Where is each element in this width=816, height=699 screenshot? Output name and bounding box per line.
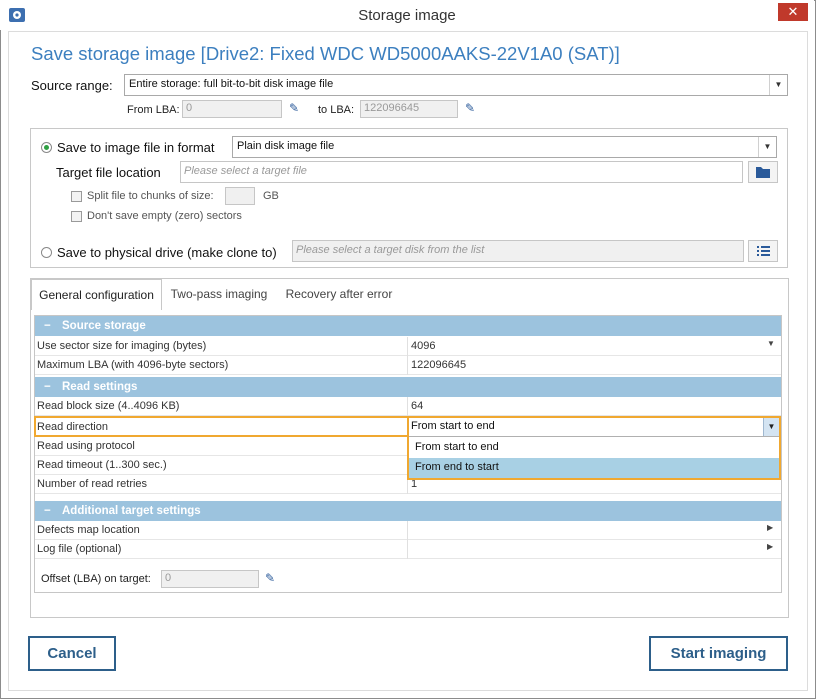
to-lba-field[interactable]: 122096645 — [360, 100, 458, 118]
row-defects-map[interactable]: Defects map location ▶ — [35, 521, 781, 540]
chevron-down-icon: ▼ — [767, 339, 775, 348]
to-lba-label: to LBA: — [318, 104, 355, 116]
image-file-radio-label: Save to image file in format — [57, 140, 215, 155]
collapse-icon: − — [44, 320, 51, 332]
section-title: Read settings — [62, 381, 138, 393]
list-icon — [757, 246, 770, 256]
option-start-to-end[interactable]: From start to end — [409, 438, 779, 458]
tab-two-pass-imaging[interactable]: Two-pass imaging — [163, 279, 275, 309]
target-file-label: Target file location — [56, 165, 161, 180]
disk-list-button[interactable] — [748, 240, 778, 262]
target-disk-input[interactable]: Please select a target disk from the lis… — [292, 240, 744, 262]
image-format-value: Plain disk image file — [237, 140, 335, 152]
chevron-down-icon: ▼ — [758, 137, 776, 157]
tab-recovery-after-error[interactable]: Recovery after error — [276, 279, 402, 309]
row-key: Defects map location — [37, 524, 140, 536]
from-lba-field[interactable]: 0 — [182, 100, 282, 118]
row-value: 122096645 — [411, 359, 467, 371]
read-direction-value: From start to end — [411, 420, 495, 432]
row-value: 4096 — [411, 340, 436, 352]
read-direction-dropdown: From start to end ▼ From start to end Fr… — [407, 416, 781, 480]
section-additional-target[interactable]: − Additional target settings — [35, 501, 781, 521]
offset-field[interactable]: 0 — [161, 570, 259, 588]
row-max-lba[interactable]: Maximum LBA (with 4096-byte sectors) 1220… — [35, 356, 781, 375]
collapse-icon: − — [44, 505, 51, 517]
from-lba-label: From LBA: — [127, 104, 180, 116]
tab-general-configuration[interactable]: General configuration — [31, 279, 162, 310]
row-key: Use sector size for imaging (bytes) — [37, 340, 207, 352]
source-range-value: Entire storage: full bit-to-bit disk ima… — [129, 78, 334, 90]
row-key: Read using protocol — [37, 440, 135, 452]
edit-from-lba-icon[interactable]: ✎ — [283, 100, 305, 118]
cancel-button[interactable]: Cancel — [28, 636, 116, 671]
row-key: Maximum LBA (with 4096-byte sectors) — [37, 359, 229, 371]
split-size-field[interactable] — [225, 187, 255, 205]
chevron-right-icon: ▶ — [767, 542, 774, 551]
selected-row-highlight — [34, 416, 409, 437]
edit-to-lba-icon[interactable]: ✎ — [459, 100, 481, 118]
split-file-label: Split file to chunks of size: — [87, 190, 214, 202]
skip-empty-checkbox[interactable] — [71, 211, 82, 222]
browse-folder-button[interactable] — [748, 161, 778, 183]
row-log-file[interactable]: Log file (optional) ▶ — [35, 540, 781, 559]
section-source-storage[interactable]: − Source storage — [35, 316, 781, 336]
physical-drive-label: Save to physical drive (make clone to) — [57, 245, 277, 260]
folder-icon — [756, 167, 770, 178]
section-title: Source storage — [62, 320, 146, 332]
row-block-size[interactable]: Read block size (4..4096 KB) 64 — [35, 397, 781, 416]
collapse-icon: − — [44, 381, 51, 393]
section-read-settings[interactable]: − Read settings — [35, 377, 781, 397]
row-sector-size[interactable]: Use sector size for imaging (bytes) 4096 ▼ — [35, 337, 781, 356]
option-end-to-start[interactable]: From end to start — [409, 458, 779, 478]
page-title: Save storage image [Drive2: Fixed WDC WD… — [31, 43, 620, 64]
row-key: Read block size (4..4096 KB) — [37, 400, 180, 412]
start-imaging-button[interactable]: Start imaging — [649, 636, 788, 671]
target-file-input[interactable]: Please select a target file — [180, 161, 743, 183]
read-direction-select[interactable]: From start to end ▼ — [409, 418, 779, 437]
row-value: 64 — [411, 400, 424, 412]
row-key: Number of read retries — [37, 478, 148, 490]
chevron-down-icon: ▼ — [769, 75, 787, 95]
row-key: Read timeout (1..300 sec.) — [37, 459, 167, 471]
source-range-select[interactable]: Entire storage: full bit-to-bit disk ima… — [124, 74, 788, 96]
image-file-radio[interactable] — [41, 142, 52, 153]
physical-drive-radio[interactable] — [41, 247, 52, 258]
row-key: Log file (optional) — [37, 543, 122, 555]
skip-empty-label: Don't save empty (zero) sectors — [87, 210, 242, 222]
title-bar: Storage image ✕ — [0, 0, 814, 30]
chevron-right-icon: ▶ — [767, 523, 774, 532]
split-file-checkbox[interactable] — [71, 191, 82, 202]
image-format-select[interactable]: Plain disk image file ▼ — [232, 136, 777, 158]
source-range-label: Source range: — [31, 78, 113, 93]
chevron-down-icon: ▼ — [763, 418, 779, 436]
offset-label: Offset (LBA) on target: — [41, 573, 151, 585]
edit-offset-icon[interactable]: ✎ — [259, 570, 281, 588]
section-title: Additional target settings — [62, 505, 201, 517]
window-title: Storage image — [358, 7, 456, 24]
split-unit-label: GB — [263, 190, 279, 202]
close-button[interactable]: ✕ — [778, 3, 808, 21]
